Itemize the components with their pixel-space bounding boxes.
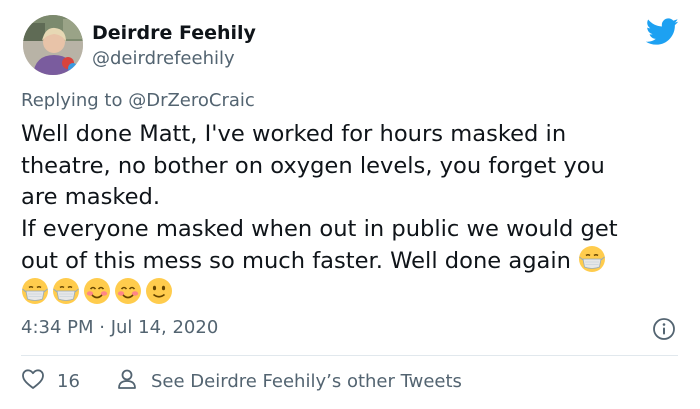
divider xyxy=(21,355,678,356)
author-name[interactable]: Deirdre Feehily xyxy=(92,22,256,44)
heart-icon xyxy=(21,368,45,394)
reply-mention-link[interactable]: @DrZeroCraic xyxy=(128,90,255,111)
info-icon[interactable] xyxy=(652,317,676,341)
tweet-text-line: Well done Matt, I've worked for hours ma… xyxy=(21,121,567,147)
smiling-blush-face-emoji xyxy=(83,277,111,305)
replying-to: Replying to @DrZeroCraic xyxy=(21,90,255,111)
tweet-text-line: theatre, no bother on oxygen levels, you… xyxy=(21,152,605,179)
replying-prefix: Replying to xyxy=(21,90,129,111)
other-tweets-link[interactable]: See Deirdre Feehily’s other Tweets xyxy=(117,368,462,394)
mask-face-emoji xyxy=(52,277,80,305)
slight-smile-face-emoji xyxy=(145,277,173,305)
emoji-row xyxy=(21,277,176,307)
author-handle[interactable]: @deirdrefeehily xyxy=(92,48,235,69)
mask-face-emoji xyxy=(578,245,606,273)
avatar[interactable] xyxy=(23,15,83,75)
tweet-card: Deirdre Feehily @deirdrefeehily Replying… xyxy=(0,0,700,409)
tweet-text-line-last: out of this mess so much faster. Well do… xyxy=(21,245,691,278)
like-count: 16 xyxy=(57,370,80,392)
tweet-text-line: out of this mess so much faster. Well do… xyxy=(21,248,571,275)
other-tweets-label: See Deirdre Feehily’s other Tweets xyxy=(151,370,462,392)
mask-face-emoji xyxy=(21,277,49,305)
tweet-timestamp[interactable]: 4:34 PM · Jul 14, 2020 xyxy=(21,317,218,338)
smiling-blush-face-emoji xyxy=(114,277,142,305)
tweet-text-line: are masked. xyxy=(21,184,161,211)
twitter-bird-icon[interactable] xyxy=(645,18,679,46)
tweet-text: Well done Matt, I've worked for hours ma… xyxy=(21,119,691,278)
person-icon xyxy=(117,368,137,394)
tweet-text-line: If everyone masked when out in public we… xyxy=(21,215,618,242)
like-button[interactable]: 16 xyxy=(21,368,80,394)
